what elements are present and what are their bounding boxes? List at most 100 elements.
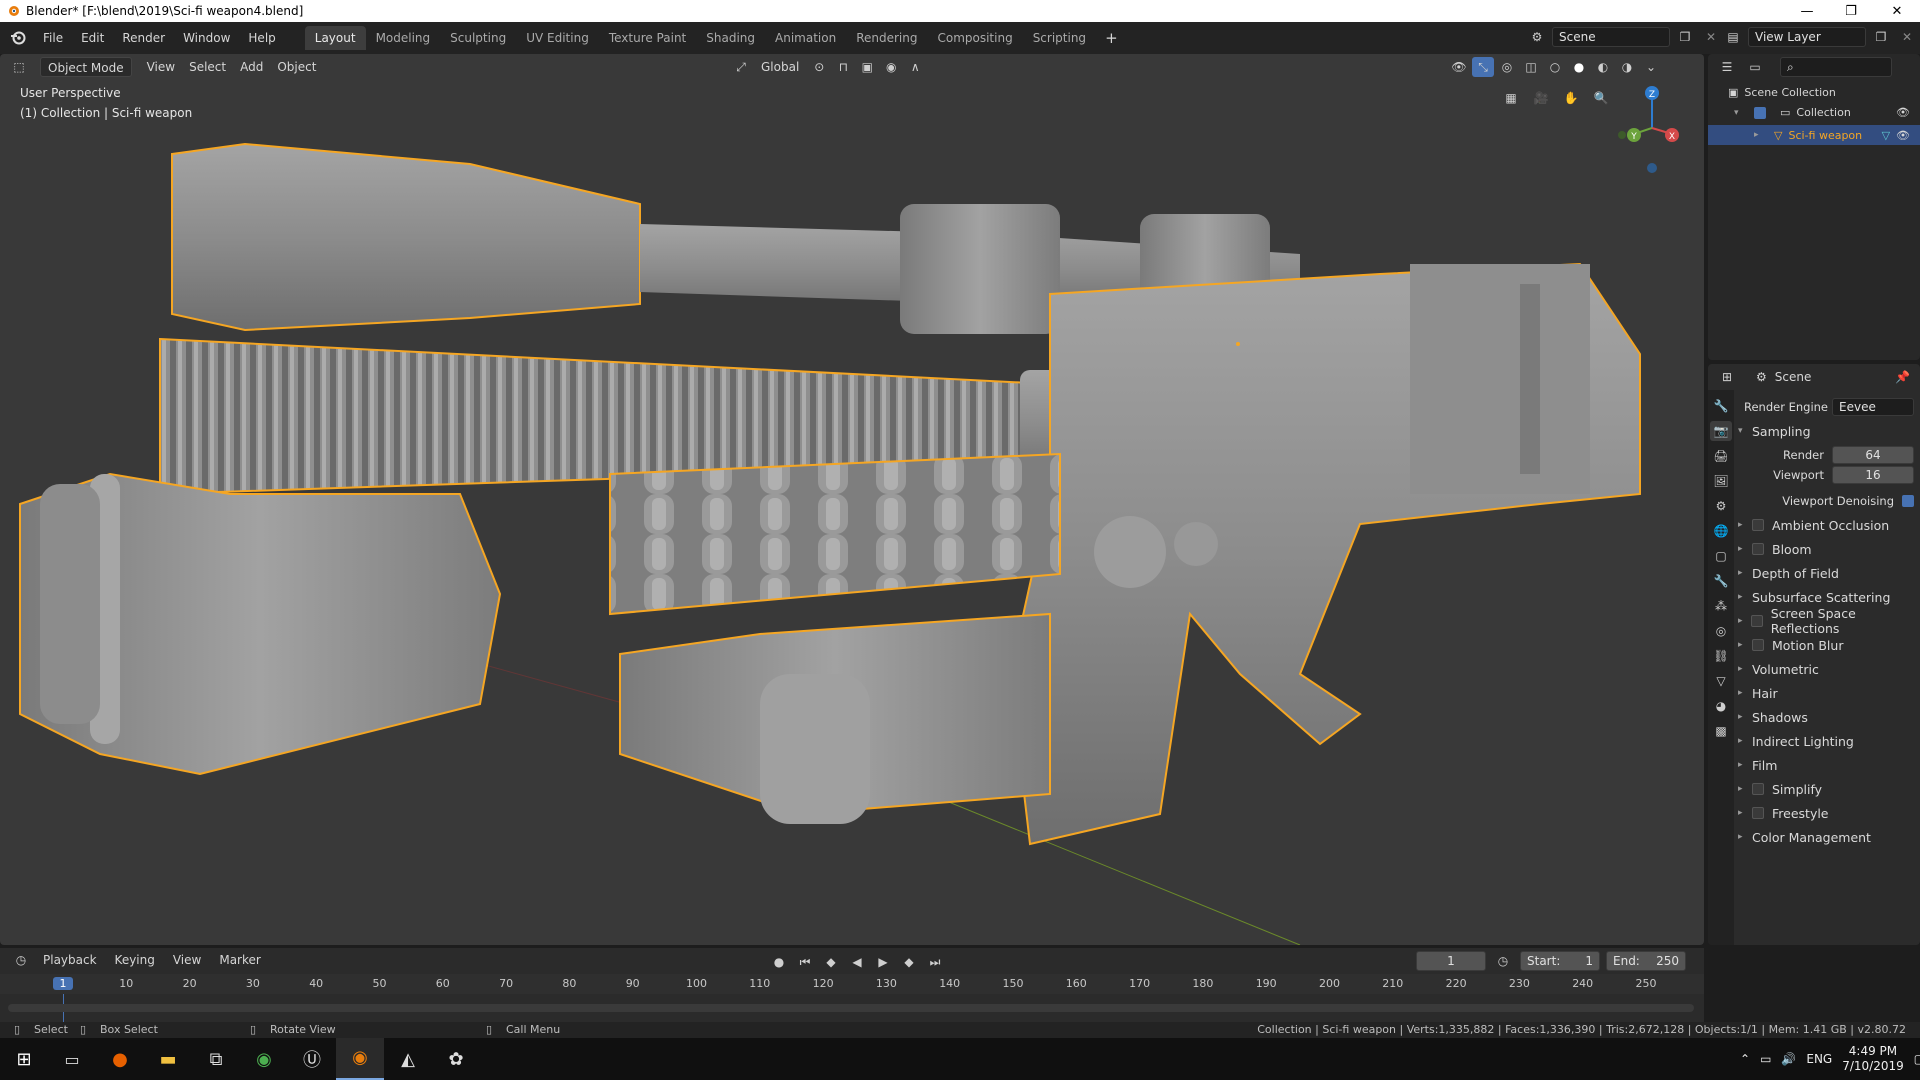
tab-sculpting[interactable]: Sculpting <box>440 26 516 50</box>
panel-enable-checkbox[interactable] <box>1752 543 1764 555</box>
viewport-denoising-row[interactable]: Viewport Denoising <box>1760 490 1920 512</box>
physics-tab-icon[interactable]: ◎ <box>1710 621 1732 641</box>
viewport-menu-select[interactable]: Select <box>182 57 233 77</box>
panel-expand-icon[interactable]: ▸ <box>1738 760 1752 770</box>
new-view-layer-icon[interactable]: ❐ <box>1870 27 1892 47</box>
scene-tab-icon[interactable]: ⚙ <box>1710 496 1732 516</box>
panel-enable-checkbox[interactable] <box>1751 615 1763 627</box>
display-mode-icon[interactable]: ▭ <box>1744 57 1766 77</box>
jump-start-icon[interactable]: ⏮ <box>794 952 816 972</box>
expand-object-icon[interactable]: ▸ <box>1754 130 1768 140</box>
panel-enable-checkbox[interactable] <box>1752 639 1764 651</box>
volume-icon[interactable]: 🔊 <box>1781 1052 1796 1066</box>
record-icon[interactable]: ● <box>768 952 790 972</box>
panel-expand-icon[interactable]: ▸ <box>1738 640 1752 650</box>
data-tab-icon[interactable]: ▽ <box>1710 671 1732 691</box>
collection-checkbox[interactable] <box>1754 106 1766 119</box>
outliner-search-input[interactable]: ⌕ <box>1780 57 1892 77</box>
panel-motion-blur[interactable]: ▸ Motion Blur <box>1738 634 1843 656</box>
view-layer-browse-icon[interactable]: ▤ <box>1722 27 1744 47</box>
tab-scripting[interactable]: Scripting <box>1023 26 1096 50</box>
preview-range-icon[interactable]: ◷ <box>1492 951 1514 971</box>
panel-expand-icon[interactable]: ▸ <box>1738 520 1752 530</box>
panel-expand-icon[interactable]: ▸ <box>1738 616 1751 626</box>
expand-collection-icon[interactable]: ▾ <box>1734 108 1748 118</box>
shading-wireframe-icon[interactable]: ○ <box>1544 57 1566 77</box>
navigation-gizmo[interactable]: Z Y X <box>1610 84 1690 174</box>
panel-hair[interactable]: ▸ Hair <box>1738 682 1778 704</box>
network-icon[interactable]: ▭ <box>1760 1052 1771 1066</box>
playhead-frame-label[interactable]: 1 <box>53 977 73 990</box>
snap-icon[interactable]: ⊓ <box>832 57 854 77</box>
chrome-icon[interactable]: ◉ <box>240 1049 288 1070</box>
file-explorer-icon[interactable]: ▬ <box>144 1049 192 1070</box>
play-icon[interactable]: ▶ <box>872 952 894 972</box>
next-keyframe-icon[interactable]: ◆ <box>898 952 920 972</box>
panel-enable-checkbox[interactable] <box>1752 783 1764 795</box>
app-icon[interactable]: ✿ <box>432 1049 480 1070</box>
panel-subsurface-scattering[interactable]: ▸ Subsurface Scattering <box>1738 586 1890 608</box>
world-tab-icon[interactable]: 🌐 <box>1710 521 1732 541</box>
tab-texture-paint[interactable]: Texture Paint <box>599 26 696 50</box>
panel-expand-icon[interactable]: ▸ <box>1738 736 1752 746</box>
menu-render[interactable]: Render <box>113 26 174 50</box>
timeline-scrollbar[interactable] <box>8 1004 1694 1012</box>
menu-file[interactable]: File <box>34 26 72 50</box>
timeline-menu-view[interactable]: View <box>166 950 208 970</box>
timeline-editor-icon[interactable]: ◷ <box>10 950 32 970</box>
object-visibility-icon[interactable]: 👁 <box>1896 129 1910 142</box>
menu-edit[interactable]: Edit <box>72 26 113 50</box>
tab-animation[interactable]: Animation <box>765 26 846 50</box>
unreal-engine-icon[interactable]: Ⓤ <box>288 1046 336 1072</box>
panel-ambient-occlusion[interactable]: ▸ Ambient Occlusion <box>1738 514 1889 536</box>
shading-material-icon[interactable]: ◐ <box>1592 57 1614 77</box>
panel-enable-checkbox[interactable] <box>1752 519 1764 531</box>
panel-indirect-lighting[interactable]: ▸ Indirect Lighting <box>1738 730 1854 752</box>
transform-orientation-dropdown[interactable]: Global <box>754 57 806 77</box>
task-view-icon[interactable]: ▭ <box>48 1050 96 1069</box>
panel-expand-icon[interactable]: ▸ <box>1738 544 1752 554</box>
proportional-edit-icon[interactable]: ◉ <box>880 57 902 77</box>
object-mode-dropdown[interactable]: Object Mode <box>40 57 132 77</box>
gizmo-icon[interactable]: ⤡ <box>1472 57 1494 77</box>
panel-expand-icon[interactable]: ▸ <box>1738 688 1752 698</box>
sampling-panel-header[interactable]: ▾ Sampling <box>1738 420 1811 442</box>
object-tab-icon[interactable]: ▢ <box>1710 546 1732 566</box>
render-tab-icon[interactable]: 📷 <box>1710 421 1732 441</box>
notifications-icon[interactable]: ▢ <box>1914 1052 1920 1066</box>
end-frame-field[interactable]: End: 250 <box>1606 951 1686 971</box>
tool-tab-icon[interactable]: 🔧 <box>1710 396 1732 416</box>
mesh-data-icon[interactable]: ▽ <box>1882 129 1890 142</box>
tab-shading[interactable]: Shading <box>696 26 765 50</box>
collection-visibility-icon[interactable]: 👁 <box>1896 106 1910 119</box>
properties-editor-icon[interactable]: ⊞ <box>1716 367 1738 387</box>
timeline-menu-keying[interactable]: Keying <box>108 950 162 970</box>
panel-shadows[interactable]: ▸ Shadows <box>1738 706 1808 728</box>
maximize-button[interactable]: ❐ <box>1828 0 1874 22</box>
firefox-icon[interactable]: ● <box>96 1049 144 1070</box>
3d-viewport[interactable]: ⬚ Object Mode View Select Add Object ⤢ G… <box>0 54 1704 945</box>
view-layer-tab-icon[interactable]: 🖼 <box>1710 471 1732 491</box>
falloff-icon[interactable]: ∧ <box>904 57 926 77</box>
texture-tab-icon[interactable]: ▩ <box>1710 721 1732 741</box>
panel-depth-of-field[interactable]: ▸ Depth of Field <box>1738 562 1839 584</box>
remove-view-layer-icon[interactable]: ✕ <box>1896 27 1918 47</box>
camera-view-icon[interactable]: 🎥 <box>1530 88 1552 108</box>
output-tab-icon[interactable]: 🖨 <box>1710 446 1732 466</box>
windows-start-icon[interactable]: ⊞ <box>0 1049 48 1070</box>
clock[interactable]: 4:49 PM 7/10/2019 <box>1842 1044 1904 1074</box>
new-scene-icon[interactable]: ❐ <box>1674 27 1696 47</box>
viewport-samples-field[interactable]: 16 <box>1832 466 1914 484</box>
panel-bloom[interactable]: ▸ Bloom <box>1738 538 1812 560</box>
play-reverse-icon[interactable]: ◀ <box>846 952 868 972</box>
close-button[interactable]: ✕ <box>1874 0 1920 22</box>
pivot-icon[interactable]: ⊙ <box>808 57 830 77</box>
panel-expand-icon[interactable]: ▸ <box>1738 832 1752 842</box>
outliner-editor-icon[interactable]: ☰ <box>1716 57 1738 77</box>
view-layer-field[interactable]: View Layer <box>1748 27 1866 47</box>
blender-menu-icon[interactable] <box>10 30 26 46</box>
tab-compositing[interactable]: Compositing <box>927 26 1022 50</box>
pin-icon[interactable]: 📌 <box>1895 370 1910 384</box>
visibility-icon[interactable]: 👁 <box>1448 57 1470 77</box>
panel-expand-icon[interactable]: ▸ <box>1738 592 1752 602</box>
